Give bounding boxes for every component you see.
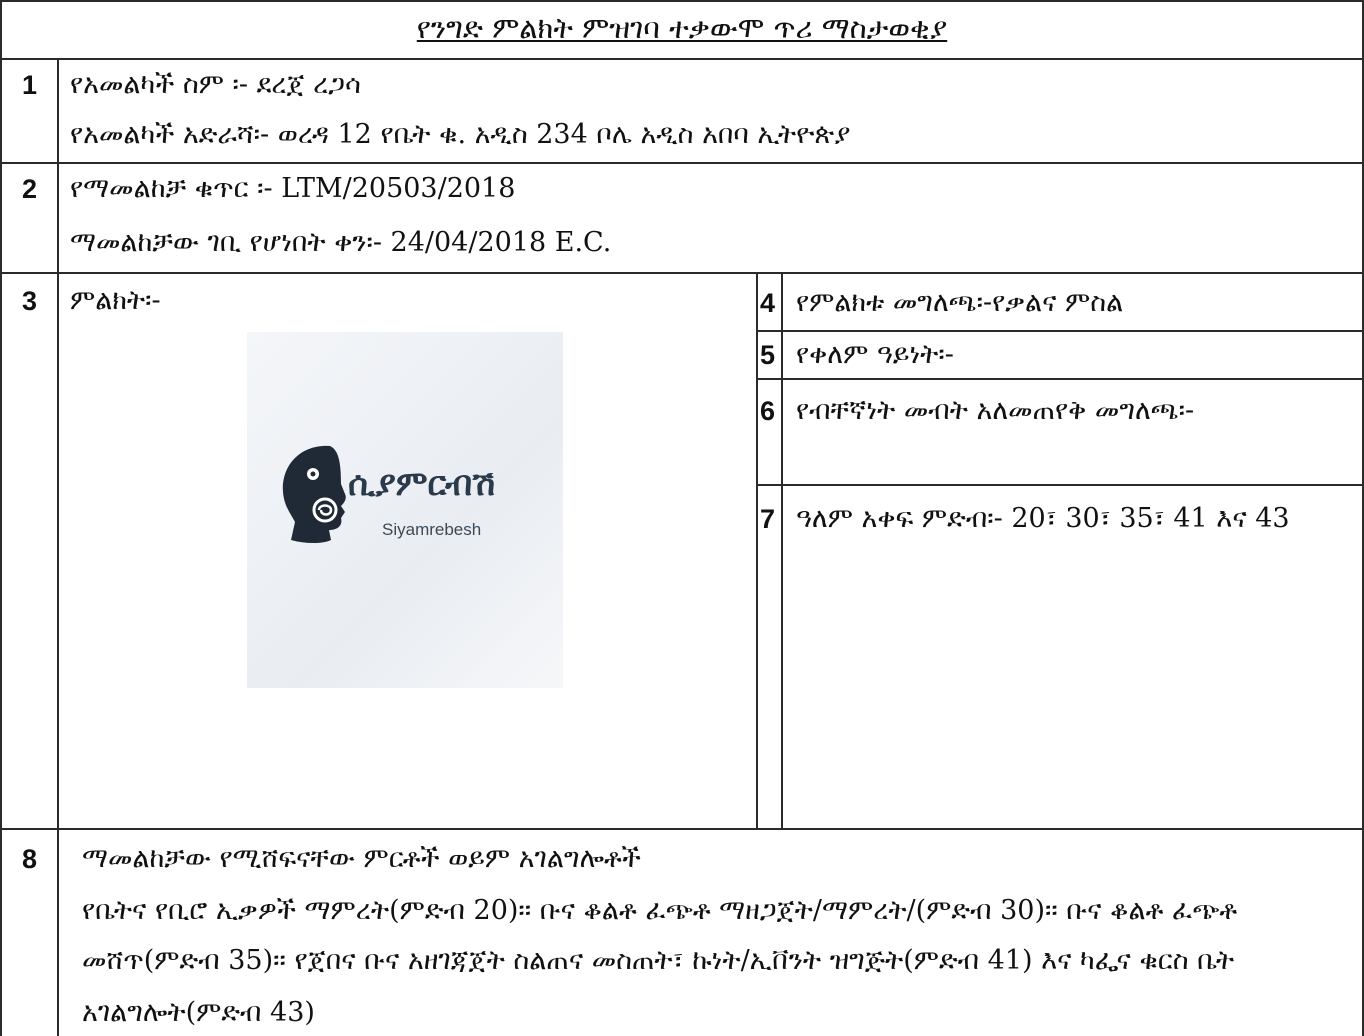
goods-services-line: አገልግሎት(ምድብ 43) bbox=[82, 997, 315, 1028]
right-number-divider bbox=[781, 272, 783, 828]
application-number: የማመልከቻ ቁጥር ፡- LTM/20503/2018 bbox=[70, 173, 516, 204]
table-divider bbox=[0, 58, 1364, 60]
logo-text-amharic: ሲያምርብሽ bbox=[348, 464, 496, 504]
disclaimer-statement: የብቸኛነት መብት አለመጠየቅ መግለጫ፡- bbox=[796, 395, 1195, 426]
table-divider bbox=[756, 330, 1364, 332]
page-title: የንግድ ምልክት ምዝገባ ተቃውሞ ጥሪ ማስታወቂያ bbox=[416, 11, 948, 45]
row-number: 5 bbox=[760, 340, 776, 370]
goods-services-heading: ማመልከቻው የሚሸፍናቸው ምርቶች ወይም አገልግሎቶች bbox=[82, 843, 641, 874]
row-number: 8 bbox=[22, 844, 38, 874]
applicant-name: የአመልካች ስም ፡- ደረጀ ረጋሳ bbox=[70, 69, 361, 100]
trademark-opposition-notice: የንግድ ምልክት ምዝገባ ተቃውሞ ጥሪ ማስታወቂያ 1 የአመልካች ስ… bbox=[0, 0, 1364, 1036]
table-border-left bbox=[0, 0, 2, 1036]
table-divider bbox=[756, 378, 1364, 380]
color-type: የቀለም ዓይነት፡- bbox=[796, 339, 954, 370]
middle-column-divider bbox=[756, 272, 758, 828]
mark-description: የምልክቱ መግለጫ፡-የቃልና ምስል bbox=[796, 287, 1124, 318]
row-number: 3 bbox=[22, 286, 38, 316]
goods-services-line: የቤትና የቢሮ ኢቃዎች ማምረት(ምድብ 20)፡፡ ቡና ቆልቶ ፈጭቶ … bbox=[82, 895, 1238, 926]
row-number: 2 bbox=[22, 174, 38, 204]
number-column-divider bbox=[57, 58, 59, 1036]
international-classes: ዓለም አቀፍ ምድብ፡- 20፣ 30፣ 35፣ 41 እና 43 bbox=[796, 503, 1290, 534]
application-date: ማመልከቻው ገቢ የሆነበት ቀን፡- 24/04/2018 E.C. bbox=[70, 227, 612, 258]
goods-services-line: መሸጥ(ምድብ 35)፡፡ የጀበና ቡና አዘገጃጀት ስልጠና መስጠት፣ … bbox=[82, 945, 1235, 976]
mark-label: ምልክት፡- bbox=[70, 285, 161, 316]
row-number: 6 bbox=[760, 396, 776, 426]
row-number: 1 bbox=[22, 70, 38, 100]
row-number: 4 bbox=[760, 288, 776, 318]
table-divider bbox=[0, 162, 1364, 164]
row-number: 7 bbox=[760, 504, 776, 534]
table-divider bbox=[0, 272, 1364, 274]
woman-profile-logo-icon bbox=[282, 445, 346, 543]
table-border-top bbox=[0, 0, 1364, 2]
table-divider bbox=[0, 828, 1364, 830]
table-divider bbox=[756, 484, 1364, 486]
logo-text-latin: Siyamrebesh bbox=[382, 520, 482, 539]
applicant-address: የአመልካች አድራሻ፡- ወረዳ 12 የቤት ቁ. አዲስ 234 ቦሌ አ… bbox=[70, 119, 851, 150]
